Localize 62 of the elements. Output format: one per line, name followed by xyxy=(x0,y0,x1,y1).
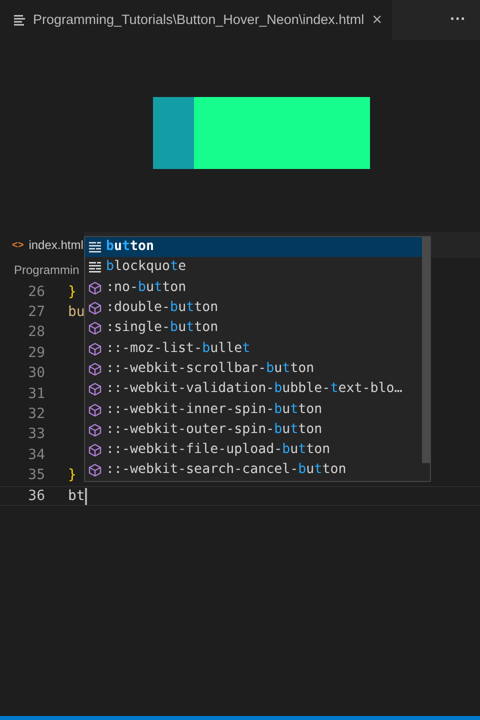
cube-icon xyxy=(88,443,102,458)
line-number: 28 xyxy=(27,323,45,342)
suggestion-label: ::-webkit-file-upload-button xyxy=(106,441,330,460)
suggestion-label: ::-webkit-search-cancel-button xyxy=(106,461,346,480)
cube-icon xyxy=(88,280,102,295)
html-file-icon: <> xyxy=(12,238,24,252)
line-number: 27 xyxy=(27,303,45,322)
cube-icon xyxy=(88,342,102,356)
cube-icon xyxy=(88,382,102,396)
line-number: 30 xyxy=(27,364,45,384)
suggestion-item[interactable]: ::-webkit-inner-spin-button xyxy=(85,399,422,420)
suggestion-item[interactable]: ::-webkit-scrollbar-button xyxy=(85,358,422,380)
line-number: 33 xyxy=(27,425,45,444)
suggestion-item[interactable]: ::-moz-list-bullet xyxy=(85,338,422,359)
suggestion-label: blockquote xyxy=(106,258,186,276)
suggestion-label: button xyxy=(106,238,154,256)
cube-icon xyxy=(88,422,102,437)
more-actions-button[interactable]: ··· xyxy=(436,0,480,40)
suggestion-item[interactable]: ::-webkit-validation-bubble-text-blo… xyxy=(85,379,422,400)
keyword-icon xyxy=(88,260,102,274)
suggestion-label: ::-moz-list-bullet xyxy=(106,340,250,358)
suggestion-item[interactable]: button xyxy=(85,237,422,258)
line-number: 36 xyxy=(27,486,45,506)
suggestion-label: ::-webkit-scrollbar-button xyxy=(106,360,314,378)
file-tab[interactable]: Programming_Tutorials\Button_Hover_Neon\index.html × xyxy=(0,0,392,40)
suggestion-label: ::-webkit-inner-spin-button xyxy=(106,400,322,419)
code-text: } xyxy=(68,282,76,302)
code-text: bu xyxy=(68,303,85,322)
suggestion-label: :no-button xyxy=(106,278,186,297)
breadcrumb[interactable]: Programmin xyxy=(14,261,80,279)
line-number: 35 xyxy=(27,466,45,486)
suggestion-label: ::-webkit-outer-spin-button xyxy=(106,420,322,439)
tab-label: index.html xyxy=(28,237,84,254)
suggestion-item[interactable]: blockquote xyxy=(85,257,422,278)
line-number: 26 xyxy=(27,282,45,302)
cube-icon xyxy=(88,402,102,417)
file-lines-icon xyxy=(14,14,25,26)
cube-icon xyxy=(88,362,102,376)
suggestion-item[interactable]: :double-button xyxy=(85,298,422,318)
suggestion-label: :double-button xyxy=(106,299,218,318)
cube-icon xyxy=(88,321,102,336)
code-text: bt xyxy=(68,486,85,506)
tab-label: Programming_Tutorials\Button_Hover_Neon\index.html xyxy=(33,10,364,29)
line-number: 31 xyxy=(27,384,45,404)
cube-icon xyxy=(88,301,102,316)
line-number: 34 xyxy=(27,446,45,465)
suggestion-item[interactable]: ::-webkit-file-upload-button xyxy=(85,440,422,460)
text-cursor xyxy=(84,488,87,505)
close-button[interactable]: × xyxy=(372,7,382,33)
cube-icon xyxy=(88,463,102,478)
suggestion-label: :single-button xyxy=(106,319,218,338)
code-text: } xyxy=(68,466,76,486)
suggestion-item[interactable]: ::-webkit-search-cancel-button xyxy=(85,460,422,481)
suggestion-label: ::-webkit-validation-bubble-text-blo… xyxy=(106,380,402,398)
suggestion-item[interactable]: :no-button xyxy=(85,278,422,298)
suggestion-item[interactable]: :single-button xyxy=(85,318,422,338)
scrollbar[interactable] xyxy=(422,237,430,463)
line-number: 29 xyxy=(27,344,45,363)
editor-tab[interactable]: <> index.html xyxy=(0,232,84,258)
suggestion-item[interactable]: ::-webkit-outer-spin-button xyxy=(85,420,422,440)
line-number: 32 xyxy=(27,405,45,424)
keyword-icon xyxy=(88,240,102,254)
